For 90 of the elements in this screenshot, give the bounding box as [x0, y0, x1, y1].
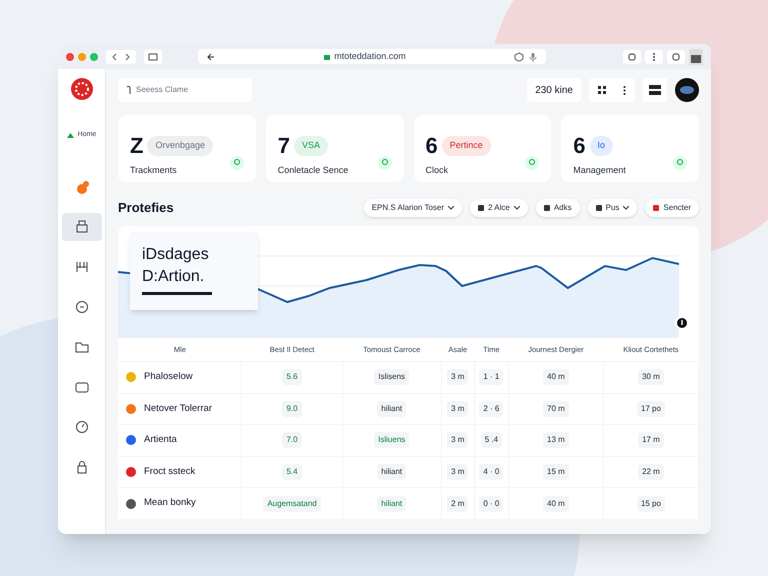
- tag-icon: [478, 204, 484, 211]
- stat-label: Conletacle Sence: [278, 164, 348, 177]
- table-cell: 1 · 1: [479, 369, 504, 386]
- filter-button[interactable]: EPN.S Alarion Toser: [364, 198, 462, 217]
- table-cell: 3 m: [447, 432, 468, 448]
- table-cell: 40 m: [543, 369, 569, 386]
- table-cell: Froct ssteck: [144, 464, 196, 479]
- address-bar[interactable]: mtoteddation.com: [198, 49, 546, 64]
- extension-icon[interactable]: [667, 50, 685, 64]
- table-cell: 2 m: [447, 496, 468, 512]
- stat-tag: VSA: [294, 136, 328, 156]
- badge-icon: [230, 156, 244, 170]
- stat-value: 6: [426, 135, 438, 157]
- filter-button[interactable]: Pus: [588, 198, 638, 217]
- more-icon[interactable]: [623, 86, 626, 94]
- table-cell: 15 m: [543, 464, 569, 480]
- stat-value: 6: [573, 135, 586, 157]
- table-cell: 2 · 6: [479, 400, 504, 417]
- table-cell: hiliant: [377, 496, 406, 512]
- filter-button[interactable]: 2 Alce: [470, 198, 528, 217]
- table-cell: hiliant: [377, 400, 406, 417]
- table-cell: Phaloselow: [144, 370, 193, 384]
- table-cell: Netover Tolerrar: [144, 402, 212, 416]
- legend-label: D:Artion.: [142, 266, 206, 286]
- table-cell: 3 m: [447, 400, 468, 417]
- table-cell: Islisens: [374, 369, 410, 386]
- table-cell: 3 m: [447, 369, 468, 386]
- table-cell: 40 m: [543, 496, 569, 512]
- table-cell: 17 m: [638, 432, 664, 448]
- table-cell: Augemsatand: [263, 496, 321, 512]
- url-text: mtoteddation.com: [334, 50, 406, 63]
- table-cell: 13 m: [543, 432, 569, 448]
- legend-label: iDsdages: [142, 244, 210, 264]
- table-cell: 15 po: [636, 496, 665, 512]
- table-cell: 30 m: [638, 369, 664, 386]
- avatar-icon[interactable]: [675, 78, 699, 102]
- table-cell: 70 m: [543, 400, 569, 417]
- stat-label: Management: [573, 164, 626, 177]
- search-input[interactable]: Seeess Clame: [136, 84, 244, 96]
- sidebar-toggle-icon: [689, 48, 703, 64]
- filter-button[interactable]: Sencter: [645, 198, 699, 217]
- filter-button[interactable]: Adks: [536, 198, 580, 217]
- legend-line: [142, 292, 212, 294]
- printer-icon: [74, 219, 90, 235]
- more-icon[interactable]: [645, 50, 663, 64]
- microphone-icon: [528, 52, 538, 62]
- section-title: Protefies: [118, 199, 174, 217]
- table-cell: 4 · 0: [479, 464, 504, 480]
- table-cell: 5 .4: [480, 432, 502, 448]
- search-field[interactable]: Seeess Clame: [118, 78, 252, 102]
- share-icon[interactable]: [623, 50, 641, 64]
- table-cell: 17 po: [636, 400, 665, 417]
- search-icon: [126, 85, 132, 95]
- tag-icon: [653, 204, 660, 211]
- stat-tag: Pertince: [442, 136, 491, 156]
- time-label: 230 kine: [527, 78, 581, 102]
- table-cell: 22 m: [638, 464, 664, 480]
- table-cell: 3 m: [447, 464, 468, 480]
- table-cell-text: Mean bonky: [144, 496, 196, 510]
- table-cell: 5.6: [282, 369, 302, 386]
- layout-icon[interactable]: [643, 78, 667, 102]
- table-cell: Artienta: [144, 433, 177, 448]
- stat-label: Clock: [426, 164, 448, 177]
- sidebar-item[interactable]: [62, 213, 102, 241]
- table-cell: 7.0: [282, 432, 302, 448]
- stat-label: Trackments: [130, 164, 177, 177]
- stat-tag: Orvenbgage: [147, 136, 213, 156]
- logo-icon: [70, 77, 94, 101]
- stat-value: Z: [130, 135, 144, 157]
- info-icon[interactable]: [675, 316, 689, 330]
- compass-icon: [74, 419, 90, 435]
- table-cell: 9.0: [282, 400, 302, 417]
- tag-icon: [544, 204, 550, 211]
- badge-icon: [378, 156, 392, 170]
- stat-tag: Io: [590, 136, 614, 156]
- lock-icon: [324, 53, 330, 60]
- back-forward-icon[interactable]: [106, 50, 136, 64]
- home-icon: [66, 132, 74, 138]
- table-cell: 0 · 0: [479, 496, 504, 512]
- shield-icon: [514, 52, 524, 62]
- tabs-icon[interactable]: [144, 50, 162, 64]
- badge-icon: [673, 156, 687, 170]
- grid-icon[interactable]: [598, 86, 606, 94]
- stat-value: 7: [278, 135, 290, 157]
- back-icon: [206, 52, 216, 62]
- table-cell: Isliuens: [374, 432, 410, 448]
- table-cell: hiliant: [377, 464, 406, 480]
- tag-icon: [596, 204, 602, 211]
- table-cell: 5.4: [282, 464, 302, 480]
- badge-icon: [525, 156, 540, 170]
